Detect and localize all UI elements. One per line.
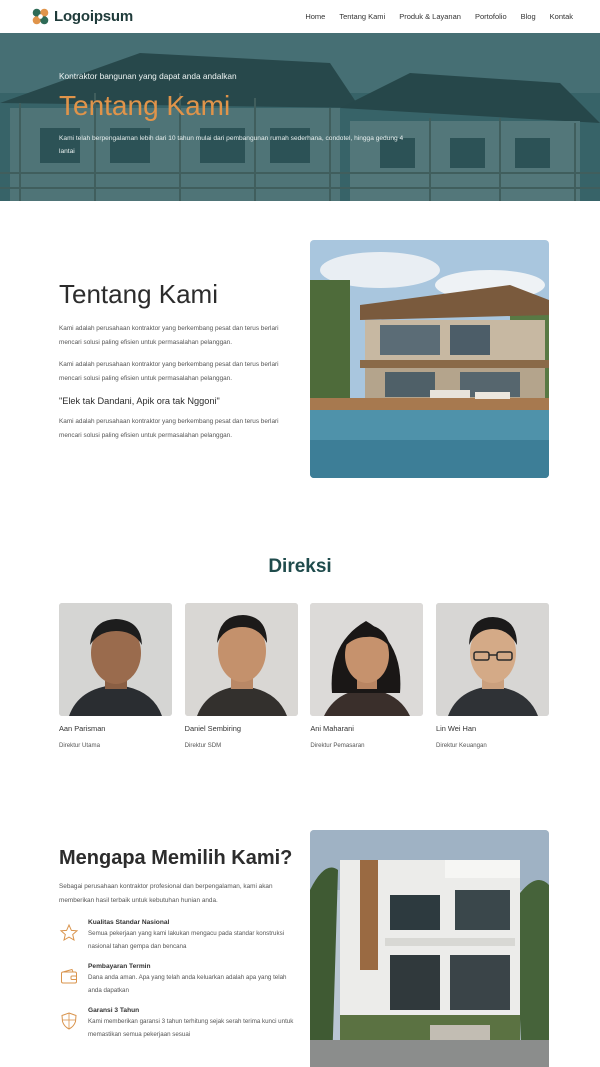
nav-blog[interactable]: Blog: [521, 12, 536, 21]
hero-title: Tentang Kami: [59, 90, 231, 121]
nav-tentang-kami[interactable]: Tentang Kami: [339, 12, 385, 21]
why-house-image: [310, 830, 549, 1067]
about-paragraph-3: Kami adalah perusahaan kontraktor yang b…: [59, 418, 279, 439]
director-card[interactable]: Daniel Sembiring Direktur SDM: [184, 603, 298, 749]
nav-kontak[interactable]: Kontak: [550, 12, 573, 21]
about-title: Tentang Kami: [59, 279, 218, 309]
director-name: Daniel Sembiring: [184, 724, 241, 733]
about-text: Tentang Kami Kami adalah perusahaan kont…: [59, 279, 294, 442]
feature-title: Garansi 3 Tahun: [88, 1007, 140, 1014]
about-paragraph-2: Kami adalah perusahaan kontraktor yang b…: [59, 361, 279, 382]
director-photo: [310, 603, 424, 716]
top-navbar: Logoipsum Home Tentang Kami Produk & Lay…: [0, 0, 600, 33]
hero-tagline: Kontraktor bangunan yang dapat anda anda…: [59, 71, 237, 81]
director-name: Lin Wei Han: [435, 724, 477, 733]
nav-produk-layanan[interactable]: Produk & Layanan: [399, 12, 461, 21]
logo-text: Logoipsum: [54, 8, 134, 25]
feature-description: Kami memberikan garansi 3 tahun terhitun…: [88, 1018, 294, 1038]
direksi-title: Direksi: [268, 556, 332, 577]
feature-title: Kualitas Standar Nasional: [88, 919, 170, 926]
hero-description: Kami telah berpengalaman lebih dari 10 t…: [59, 135, 404, 155]
why-intro: Sebagai perusahaan kontraktor profesiona…: [59, 883, 273, 904]
nav-portofolio[interactable]: Portofolio: [475, 12, 507, 21]
hero-banner: Kontraktor bangunan yang dapat anda anda…: [0, 33, 600, 201]
director-card[interactable]: Lin Wei Han Direktur Keuangan: [435, 603, 549, 749]
director-card[interactable]: Aan Parisman Direktur Utama: [59, 603, 172, 749]
feature-title: Pembayaran Termin: [88, 963, 151, 970]
logo-icon: [32, 8, 49, 25]
feature-item: Kualitas Standar Nasional Semua pekerjaa…: [59, 919, 294, 953]
direksi-cards: Aan Parisman Direktur Utama Daniel Sembi…: [59, 603, 549, 749]
why-text: Mengapa Memilih Kami? Sebagai perusahaan…: [59, 847, 294, 1041]
director-role: Direktur Keuangan: [435, 742, 487, 749]
about-paragraph-1: Kami adalah perusahaan kontraktor yang b…: [59, 325, 279, 346]
director-card[interactable]: Ani Maharani Direktur Pemasaran: [310, 603, 424, 749]
director-role: Direktur Utama: [59, 742, 100, 749]
director-name: Aan Parisman: [59, 724, 106, 733]
director-photo: [59, 603, 172, 716]
director-photo: [184, 603, 298, 716]
why-title: Mengapa Memilih Kami?: [59, 847, 293, 869]
director-role: Direktur Pemasaran: [310, 742, 365, 749]
about-house-image: [310, 240, 549, 478]
logo[interactable]: Logoipsum: [31, 7, 133, 26]
wallet-icon: [59, 967, 79, 987]
star-icon: [59, 923, 79, 943]
director-photo: [435, 603, 549, 716]
main-menu: Home Tentang Kami Produk & Layanan Porto…: [305, 12, 573, 21]
director-name: Ani Maharani: [310, 724, 354, 733]
nav-home[interactable]: Home: [305, 12, 325, 21]
hero-content: Kontraktor bangunan yang dapat anda anda…: [59, 71, 404, 158]
feature-description: Semua pekerjaan yang kami lakukan mengac…: [88, 930, 285, 950]
director-role: Direktur SDM: [184, 742, 222, 749]
feature-item: Garansi 3 Tahun Kami memberikan garansi …: [59, 1007, 294, 1041]
shield-icon: [59, 1011, 79, 1031]
feature-description: Dana anda aman. Apa yang telah anda kelu…: [88, 974, 287, 994]
feature-item: Pembayaran Termin Dana anda aman. Apa ya…: [59, 963, 294, 997]
about-quote: "Elek tak Dandani, Apik ora tak Nggoni": [59, 396, 220, 406]
